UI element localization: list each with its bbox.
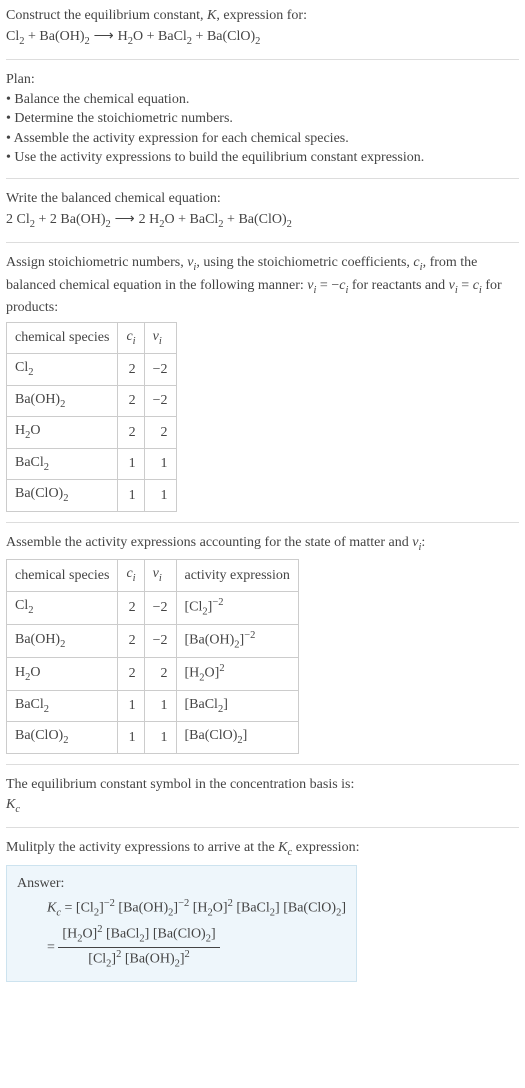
intro-line1: Construct the equilibrium constant, K, e… [6,6,519,26]
plan-bullet: • Balance the chemical equation. [6,90,519,110]
intro-section: Construct the equilibrium constant, K, e… [6,6,519,49]
answer-equation-line2: = [H2O]2 [BaCl2] [Ba(ClO)2] [Cl2]2 [Ba(O… [47,923,346,972]
divider [6,764,519,765]
divider [6,827,519,828]
answer-label: Answer: [17,874,346,894]
assemble-section: Assemble the activity expressions accoun… [6,533,519,555]
answer-equation-line1: Kc = [Cl2]−2 [Ba(OH)2]−2 [H2O]2 [BaCl2] … [47,897,346,921]
col-ci: ci [118,322,144,353]
col-species: chemical species [7,322,118,353]
table-row: Ba(OH)22−2 [7,385,177,416]
activity-table: chemical species ci νi activity expressi… [6,559,299,754]
plan-heading: Plan: [6,70,519,90]
divider [6,242,519,243]
divider [6,178,519,179]
stoichiometry-table: chemical species ci νi Cl22−2 Ba(OH)22−2… [6,322,177,512]
table-row: Cl22−2[Cl2]−2 [7,591,299,624]
table-header-row: chemical species ci νi [7,322,177,353]
table-row: Ba(ClO)211 [7,480,177,511]
balanced-equation: 2 Cl2 + 2 Ba(OH)2 ⟶ 2 H2O + BaCl2 + Ba(C… [6,209,519,232]
table-row: BaCl211[BaCl2] [7,690,299,721]
balanced-heading: Write the balanced chemical equation: [6,189,519,209]
table-row: Ba(OH)22−2[Ba(OH)2]−2 [7,624,299,657]
symbol-section: The equilibrium constant symbol in the c… [6,775,519,817]
fraction-denominator: [Cl2]2 [Ba(OH)2]2 [58,948,219,972]
table-header-row: chemical species ci νi activity expressi… [7,560,299,591]
table-row: Cl22−2 [7,354,177,385]
fraction-numerator: [H2O]2 [BaCl2] [Ba(ClO)2] [58,923,219,948]
table-row: BaCl211 [7,448,177,479]
table-row: H2O22[H2O]2 [7,657,299,690]
intro-equation: Cl2 + Ba(OH)2 ⟶ H2O + BaCl2 + Ba(ClO)2 [6,26,519,49]
assign-section: Assign stoichiometric numbers, νi, using… [6,253,519,318]
divider [6,59,519,60]
plan-bullet: • Assemble the activity expression for e… [6,129,519,149]
plan-bullet: • Determine the stoichiometric numbers. [6,109,519,129]
balanced-section: Write the balanced chemical equation: 2 … [6,189,519,232]
table-row: Ba(ClO)211[Ba(ClO)2] [7,722,299,753]
multiply-section: Mulitply the activity expressions to arr… [6,838,519,860]
col-nui: νi [144,322,176,353]
divider [6,522,519,523]
answer-box: Answer: Kc = [Cl2]−2 [Ba(OH)2]−2 [H2O]2 … [6,865,357,982]
plan-section: Plan: • Balance the chemical equation. •… [6,70,519,168]
plan-bullet: • Use the activity expressions to build … [6,148,519,168]
table-row: H2O22 [7,417,177,448]
fraction: [H2O]2 [BaCl2] [Ba(ClO)2] [Cl2]2 [Ba(OH)… [58,923,219,972]
